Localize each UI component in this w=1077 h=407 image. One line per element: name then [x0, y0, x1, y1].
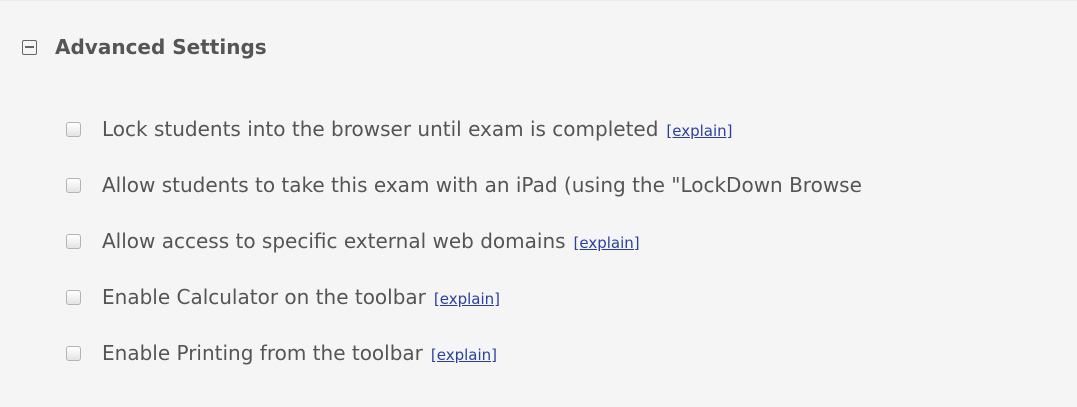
option-label[interactable]: Enable Calculator on the toolbar: [102, 285, 426, 309]
options-list: Lock students into the browser until exa…: [66, 101, 1077, 381]
option-external-domains: Allow access to specific external web do…: [66, 213, 1077, 269]
printing-checkbox[interactable]: [66, 345, 81, 361]
option-ipad: Allow students to take this exam with an…: [66, 157, 1077, 213]
ipad-checkbox[interactable]: [66, 177, 81, 193]
collapse-minus-icon[interactable]: [22, 39, 37, 55]
option-label[interactable]: Lock students into the browser until exa…: [102, 117, 658, 141]
explain-link[interactable]: [explain]: [574, 234, 640, 252]
explain-link[interactable]: [explain]: [431, 346, 497, 364]
external-domains-checkbox[interactable]: [66, 233, 81, 249]
section-title: Advanced Settings: [55, 35, 267, 59]
option-label[interactable]: Allow students to take this exam with an…: [102, 173, 862, 197]
advanced-settings-toggle[interactable]: Advanced Settings: [22, 31, 267, 63]
explain-link[interactable]: [explain]: [666, 122, 732, 140]
option-label[interactable]: Allow access to specific external web do…: [102, 229, 566, 253]
explain-link[interactable]: [explain]: [434, 290, 500, 308]
lock-browser-checkbox[interactable]: [66, 121, 81, 137]
advanced-settings-panel: Advanced Settings Lock students into the…: [0, 0, 1077, 407]
option-calculator: Enable Calculator on the toolbar [explai…: [66, 269, 1077, 325]
option-lock-browser: Lock students into the browser until exa…: [66, 101, 1077, 157]
option-label[interactable]: Enable Printing from the toolbar: [102, 341, 423, 365]
option-printing: Enable Printing from the toolbar [explai…: [66, 325, 1077, 381]
calculator-checkbox[interactable]: [66, 289, 81, 305]
